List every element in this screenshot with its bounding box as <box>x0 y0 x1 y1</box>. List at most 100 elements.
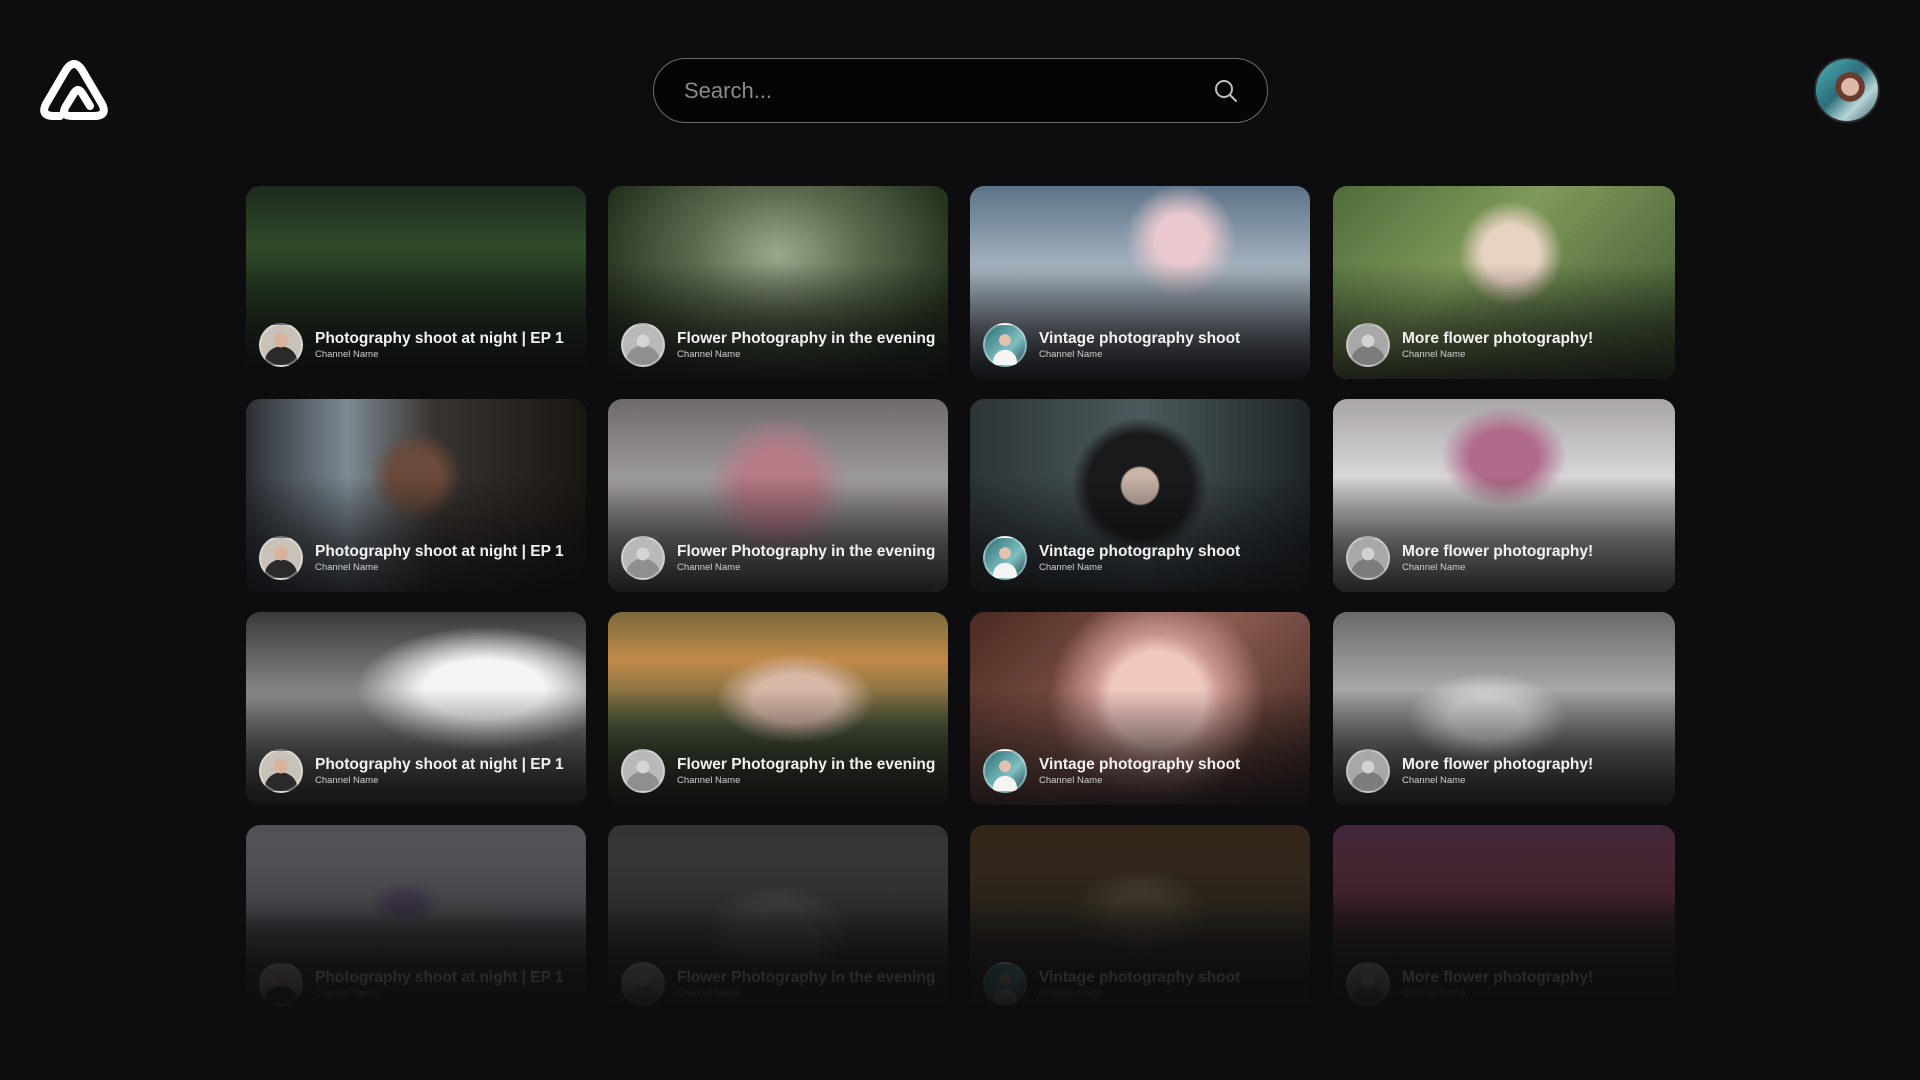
video-text: Flower Photography in the evening Channel… <box>677 756 935 786</box>
channel-name[interactable]: Channel Name <box>677 775 935 786</box>
video-meta: Flower Photography in the evening Channel… <box>621 323 935 367</box>
video-card[interactable]: Flower Photography in the evening Channel… <box>608 825 948 1018</box>
video-text: More flower photography! Channel Name <box>1402 756 1593 786</box>
video-card[interactable]: More flower photography! Channel Name <box>1333 399 1675 592</box>
video-card[interactable]: Photography shoot at night | EP 1 Channel… <box>246 399 586 592</box>
video-title[interactable]: Flower Photography in the evening <box>677 756 935 774</box>
channel-avatar[interactable] <box>621 962 665 1006</box>
video-title[interactable]: Vintage photography shoot <box>1039 330 1240 348</box>
channel-avatar[interactable] <box>983 323 1027 367</box>
video-card[interactable]: More flower photography! Channel Name <box>1333 612 1675 805</box>
channel-avatar[interactable] <box>983 962 1027 1006</box>
video-meta: More flower photography! Channel Name <box>1346 749 1593 793</box>
video-meta: Vintage photography shoot Channel Name <box>983 962 1240 1006</box>
channel-avatar[interactable] <box>983 536 1027 580</box>
video-text: Flower Photography in the evening Channel… <box>677 969 935 999</box>
video-title[interactable]: Photography shoot at night | EP 1 <box>315 969 564 987</box>
video-card[interactable]: Photography shoot at night | EP 1 Channel… <box>246 186 586 379</box>
video-title[interactable]: Photography shoot at night | EP 1 <box>315 756 564 774</box>
video-text: Photography shoot at night | EP 1 Channel… <box>315 969 564 999</box>
video-text: More flower photography! Channel Name <box>1402 969 1593 999</box>
video-text: Photography shoot at night | EP 1 Channel… <box>315 756 564 786</box>
video-card[interactable]: Flower Photography in the evening Channel… <box>608 399 948 592</box>
video-grid: Photography shoot at night | EP 1 Channel… <box>246 186 1675 1046</box>
channel-name[interactable]: Channel Name <box>677 988 935 999</box>
video-text: Vintage photography shoot Channel Name <box>1039 543 1240 573</box>
channel-name[interactable]: Channel Name <box>1039 775 1240 786</box>
video-text: Vintage photography shoot Channel Name <box>1039 969 1240 999</box>
video-card[interactable]: Photography shoot at night | EP 1 Channel… <box>246 612 586 805</box>
profile-avatar[interactable] <box>1814 57 1880 123</box>
search-input[interactable] <box>684 77 1213 104</box>
video-meta: Photography shoot at night | EP 1 Channel… <box>259 962 564 1006</box>
video-meta: Vintage photography shoot Channel Name <box>983 749 1240 793</box>
video-title[interactable]: Flower Photography in the evening <box>677 330 935 348</box>
channel-avatar[interactable] <box>259 749 303 793</box>
video-title[interactable]: Photography shoot at night | EP 1 <box>315 330 564 348</box>
video-meta: Flower Photography in the evening Channel… <box>621 536 935 580</box>
video-meta: Flower Photography in the evening Channel… <box>621 749 935 793</box>
channel-avatar[interactable] <box>1346 536 1390 580</box>
channel-name[interactable]: Channel Name <box>1402 775 1593 786</box>
video-text: More flower photography! Channel Name <box>1402 330 1593 360</box>
video-title[interactable]: Photography shoot at night | EP 1 <box>315 543 564 561</box>
channel-name[interactable]: Channel Name <box>1402 988 1593 999</box>
video-meta: Photography shoot at night | EP 1 Channel… <box>259 323 564 367</box>
video-meta: More flower photography! Channel Name <box>1346 536 1593 580</box>
channel-avatar[interactable] <box>1346 749 1390 793</box>
video-title[interactable]: Flower Photography in the evening <box>677 969 935 987</box>
channel-name[interactable]: Channel Name <box>315 349 564 360</box>
channel-name[interactable]: Channel Name <box>677 349 935 360</box>
channel-avatar[interactable] <box>621 536 665 580</box>
channel-name[interactable]: Channel Name <box>677 562 935 573</box>
video-title[interactable]: More flower photography! <box>1402 756 1593 774</box>
channel-avatar[interactable] <box>1346 962 1390 1006</box>
channel-name[interactable]: Channel Name <box>1402 349 1593 360</box>
video-text: Vintage photography shoot Channel Name <box>1039 756 1240 786</box>
video-title[interactable]: Vintage photography shoot <box>1039 969 1240 987</box>
video-card[interactable]: Vintage photography shoot Channel Name <box>970 612 1310 805</box>
video-meta: Flower Photography in the evening Channel… <box>621 962 935 1006</box>
video-meta: Vintage photography shoot Channel Name <box>983 323 1240 367</box>
channel-name[interactable]: Channel Name <box>1039 988 1240 999</box>
video-text: Photography shoot at night | EP 1 Channel… <box>315 330 564 360</box>
video-card[interactable]: More flower photography! Channel Name <box>1333 825 1675 1018</box>
video-title[interactable]: Flower Photography in the evening <box>677 543 935 561</box>
channel-name[interactable]: Channel Name <box>1402 562 1593 573</box>
channel-avatar[interactable] <box>259 323 303 367</box>
video-card[interactable]: Vintage photography shoot Channel Name <box>970 186 1310 379</box>
search-icon[interactable] <box>1213 78 1239 104</box>
video-card[interactable]: Vintage photography shoot Channel Name <box>970 399 1310 592</box>
video-text: Flower Photography in the evening Channel… <box>677 330 935 360</box>
video-meta: More flower photography! Channel Name <box>1346 962 1593 1006</box>
video-text: Flower Photography in the evening Channel… <box>677 543 935 573</box>
video-title[interactable]: More flower photography! <box>1402 969 1593 987</box>
channel-name[interactable]: Channel Name <box>1039 562 1240 573</box>
channel-avatar[interactable] <box>621 323 665 367</box>
channel-name[interactable]: Channel Name <box>1039 349 1240 360</box>
video-meta: Photography shoot at night | EP 1 Channel… <box>259 749 564 793</box>
channel-name[interactable]: Channel Name <box>315 562 564 573</box>
video-text: More flower photography! Channel Name <box>1402 543 1593 573</box>
video-title[interactable]: More flower photography! <box>1402 543 1593 561</box>
channel-name[interactable]: Channel Name <box>315 775 564 786</box>
channel-avatar[interactable] <box>259 536 303 580</box>
video-card[interactable]: More flower photography! Channel Name <box>1333 186 1675 379</box>
video-title[interactable]: More flower photography! <box>1402 330 1593 348</box>
video-meta: Photography shoot at night | EP 1 Channel… <box>259 536 564 580</box>
channel-avatar[interactable] <box>259 962 303 1006</box>
channel-avatar[interactable] <box>983 749 1027 793</box>
channel-name[interactable]: Channel Name <box>315 988 564 999</box>
video-title[interactable]: Vintage photography shoot <box>1039 543 1240 561</box>
channel-avatar[interactable] <box>621 749 665 793</box>
logo-icon[interactable] <box>38 60 110 122</box>
video-card[interactable]: Vintage photography shoot Channel Name <box>970 825 1310 1018</box>
channel-avatar[interactable] <box>1346 323 1390 367</box>
video-meta: More flower photography! Channel Name <box>1346 323 1593 367</box>
video-meta: Vintage photography shoot Channel Name <box>983 536 1240 580</box>
video-card[interactable]: Flower Photography in the evening Channel… <box>608 186 948 379</box>
video-title[interactable]: Vintage photography shoot <box>1039 756 1240 774</box>
video-card[interactable]: Photography shoot at night | EP 1 Channel… <box>246 825 586 1018</box>
video-card[interactable]: Flower Photography in the evening Channel… <box>608 612 948 805</box>
search-bar <box>653 58 1268 123</box>
